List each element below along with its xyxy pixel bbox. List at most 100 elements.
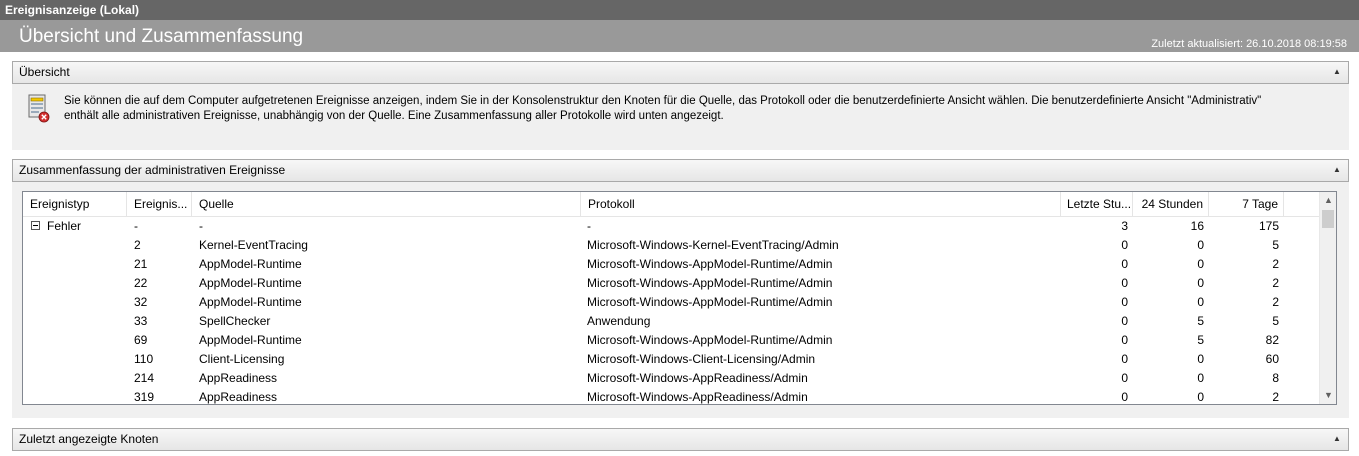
cell-log: Microsoft-Windows-Client-Licensing/Admin xyxy=(587,352,816,366)
overview-text-line2: enthält alle administrativen Ereignisse,… xyxy=(64,110,724,122)
table-row[interactable]: 319 AppReadiness Microsoft-Windows-AppRead… xyxy=(23,388,1320,404)
chevron-up-icon[interactable]: ▲ xyxy=(1332,164,1342,176)
cell-log: Microsoft-Windows-AppReadiness/Admin xyxy=(587,371,808,385)
cell-source: AppReadiness xyxy=(199,371,278,385)
section-header-overview[interactable]: Übersicht ▲ xyxy=(12,61,1349,84)
cell-24h: 0 xyxy=(1197,257,1204,271)
cell-last-hour: 0 xyxy=(1121,333,1128,347)
last-updated-label: Zuletzt aktualisiert: 26.10.2018 08:19:5… xyxy=(1151,38,1347,50)
table-row[interactable]: 22 AppModel-Runtime Microsoft-Windows-AppM… xyxy=(23,274,1320,293)
cell-type xyxy=(47,312,125,331)
content-area: Übersicht ▲ Sie können die auf dem Compu… xyxy=(0,52,1359,456)
cell-24h: 5 xyxy=(1197,314,1204,328)
cell-source: AppModel-Runtime xyxy=(199,257,302,271)
cell-last-hour: 0 xyxy=(1121,257,1128,271)
cell-7d: 175 xyxy=(1258,219,1279,233)
section-body-overview: Sie können die auf dem Computer aufgetre… xyxy=(12,84,1349,150)
cell-source: AppModel-Runtime xyxy=(199,276,302,290)
cell-source: Client-Licensing xyxy=(199,352,285,366)
cell-event-id: 319 xyxy=(134,390,155,404)
column-header-24h[interactable]: 24 Stunden xyxy=(1133,192,1209,217)
table-row[interactable]: 214 AppReadiness Microsoft-Windows-AppRead… xyxy=(23,369,1320,388)
cell-last-hour: 3 xyxy=(1121,219,1128,233)
cell-24h: 5 xyxy=(1197,333,1204,347)
cell-log: - xyxy=(587,219,591,233)
cell-type xyxy=(47,255,125,274)
section-title-recent: Zuletzt angezeigte Knoten xyxy=(19,432,159,446)
cell-7d: 2 xyxy=(1272,390,1279,404)
cell-type xyxy=(47,236,125,255)
table-header: Ereignistyp Ereignis... Quelle Protokoll… xyxy=(23,192,1320,217)
cell-7d: 82 xyxy=(1265,333,1279,347)
column-header-7d[interactable]: 7 Tage xyxy=(1209,192,1284,217)
cell-24h: 0 xyxy=(1197,295,1204,309)
table-row[interactable]: 69 AppModel-Runtime Microsoft-Windows-AppM… xyxy=(23,331,1320,350)
cell-event-id: 32 xyxy=(134,295,148,309)
chevron-up-icon[interactable]: ▲ xyxy=(1332,66,1342,78)
column-header-log[interactable]: Protokoll xyxy=(581,192,1061,217)
section-header-recent[interactable]: Zuletzt angezeigte Knoten ▲ xyxy=(12,428,1349,451)
cell-7d: 8 xyxy=(1272,371,1279,385)
cell-last-hour: 0 xyxy=(1121,314,1128,328)
cell-log: Microsoft-Windows-AppModel-Runtime/Admin xyxy=(587,257,833,271)
overview-text-line1: Sie können die auf dem Computer aufgetre… xyxy=(64,95,1262,107)
window-title: Ereignisanzeige (Lokal) xyxy=(0,0,1359,20)
cell-source: - xyxy=(199,219,203,233)
cell-source: AppReadiness xyxy=(199,390,278,404)
column-header-last-hour[interactable]: Letzte Stu... xyxy=(1061,192,1133,217)
cell-type xyxy=(47,274,125,293)
table-row[interactable]: 2 Kernel-EventTracing Microsoft-Windows-Ke… xyxy=(23,236,1320,255)
column-header-source[interactable]: Quelle xyxy=(192,192,581,217)
cell-7d: 2 xyxy=(1272,257,1279,271)
cell-last-hour: 0 xyxy=(1121,276,1128,290)
cell-event-id: 214 xyxy=(134,371,155,385)
vertical-scrollbar[interactable]: ▲ ▼ xyxy=(1319,192,1336,404)
table-row[interactable]: 33 SpellChecker Anwendung 0 5 5 xyxy=(23,312,1320,331)
page-title: Übersicht und Zusammenfassung xyxy=(19,26,304,47)
cell-type: Fehler xyxy=(47,219,82,233)
table-row[interactable]: Fehler - - - 3 16 175 xyxy=(23,217,1320,236)
cell-event-id: 21 xyxy=(134,257,148,271)
cell-log: Microsoft-Windows-AppModel-Runtime/Admin xyxy=(587,276,833,290)
table-row[interactable]: 110 Client-Licensing Microsoft-Windows-Cli… xyxy=(23,350,1320,369)
section-body-summary: Ereignistyp Ereignis... Quelle Protokoll… xyxy=(12,182,1349,418)
cell-24h: 0 xyxy=(1197,276,1204,290)
arrow-up-icon[interactable]: ▲ xyxy=(1320,192,1336,209)
collapse-group-icon[interactable] xyxy=(31,221,40,230)
cell-last-hour: 0 xyxy=(1121,352,1128,366)
section-title-summary: Zusammenfassung der administrativen Erei… xyxy=(19,163,286,177)
table-row[interactable]: 21 AppModel-Runtime Microsoft-Windows-AppM… xyxy=(23,255,1320,274)
table-row[interactable]: 32 AppModel-Runtime Microsoft-Windows-AppM… xyxy=(23,293,1320,312)
cell-log: Microsoft-Windows-Kernel-EventTracing/Ad… xyxy=(587,238,839,252)
cell-event-id: - xyxy=(134,219,138,233)
cell-log: Microsoft-Windows-AppModel-Runtime/Admin xyxy=(587,295,833,309)
cell-type xyxy=(47,369,125,388)
arrow-down-icon[interactable]: ▼ xyxy=(1320,387,1336,404)
cell-source: SpellChecker xyxy=(199,314,271,328)
cell-event-id: 2 xyxy=(134,238,141,252)
cell-7d: 2 xyxy=(1272,295,1279,309)
header-banner: Übersicht und Zusammenfassung Zuletzt ak… xyxy=(0,20,1359,52)
cell-event-id: 33 xyxy=(134,314,148,328)
overview-text: Sie können die auf dem Computer aufgetre… xyxy=(64,94,1334,124)
cell-7d: 2 xyxy=(1272,276,1279,290)
column-header-type[interactable]: Ereignistyp xyxy=(23,192,127,217)
column-header-event-id[interactable]: Ereignis... xyxy=(127,192,192,217)
cell-event-id: 22 xyxy=(134,276,148,290)
section-title-overview: Übersicht xyxy=(19,65,70,79)
cell-7d: 60 xyxy=(1265,352,1279,366)
cell-source: AppModel-Runtime xyxy=(199,333,302,347)
cell-24h: 0 xyxy=(1197,352,1204,366)
cell-log: Anwendung xyxy=(587,314,651,328)
cell-24h: 0 xyxy=(1197,390,1204,404)
cell-type xyxy=(47,388,125,404)
cell-source: Kernel-EventTracing xyxy=(199,238,308,252)
events-table[interactable]: Ereignistyp Ereignis... Quelle Protokoll… xyxy=(22,191,1337,405)
cell-7d: 5 xyxy=(1272,314,1279,328)
cell-event-id: 69 xyxy=(134,333,148,347)
scrollbar-thumb[interactable] xyxy=(1322,210,1334,228)
chevron-up-icon[interactable]: ▲ xyxy=(1332,433,1342,445)
cell-24h: 16 xyxy=(1190,219,1204,233)
cell-type xyxy=(47,293,125,312)
section-header-summary[interactable]: Zusammenfassung der administrativen Erei… xyxy=(12,159,1349,182)
